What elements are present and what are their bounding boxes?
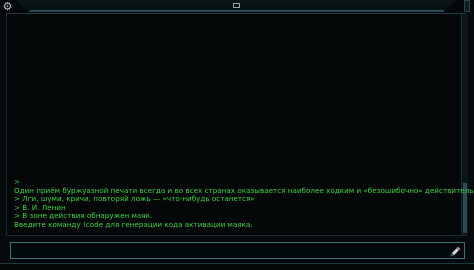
console-scrollbar[interactable]	[461, 14, 468, 235]
gear-icon: ⚙	[2, 0, 13, 13]
command-input[interactable]	[14, 244, 444, 257]
pen-icon	[450, 246, 461, 257]
top-bar: ⚙	[0, 0, 474, 14]
bottom-edge	[0, 264, 474, 270]
window-icon[interactable]	[233, 3, 240, 8]
game-screen: ⚙ > Один приём буржуазной печати всегда …	[0, 0, 474, 270]
console-log: > Один приём буржуазной печати всегда и …	[14, 177, 474, 230]
console-top-border	[6, 13, 467, 14]
settings-button[interactable]: ⚙	[1, 0, 14, 13]
log-line: Введите команду !code для генерации кода…	[14, 219, 253, 229]
top-divider	[30, 10, 444, 11]
command-input-box	[10, 242, 465, 259]
send-button[interactable]	[448, 244, 462, 258]
right-tab	[464, 0, 470, 12]
log-line: > Лги, шуми, кричи, повторяй ложь — «что…	[14, 194, 255, 204]
